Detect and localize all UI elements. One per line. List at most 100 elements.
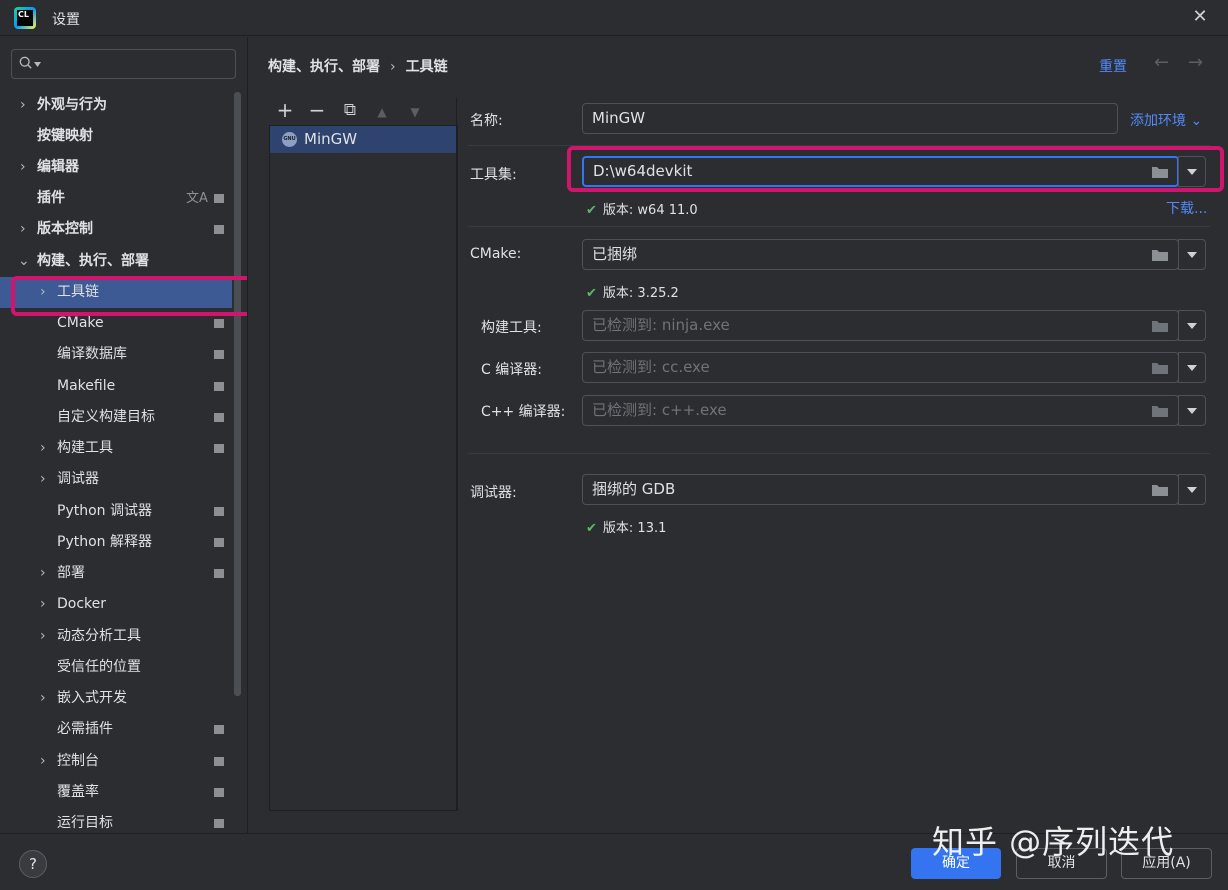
cmake-status: ✔ 版本: 3.25.2: [586, 282, 679, 301]
cpp-compiler-label: C++ 编译器:: [481, 404, 566, 420]
chevron-right-icon[interactable]: ›: [40, 464, 52, 495]
settings-sidebar: › 外观与行为 按键映射 › 编辑器 插件 文A › 版本控制 ⌄ 构建、执行、…: [0, 37, 247, 833]
copy-icon[interactable]: ⧉: [339, 99, 361, 123]
reset-link[interactable]: 重置: [1099, 56, 1127, 76]
debugger-version: 版本: 13.1: [602, 521, 667, 536]
annotation-highlight: [11, 276, 253, 316]
close-icon[interactable]: ✕: [1190, 6, 1210, 28]
project-scope-icon: [214, 538, 224, 547]
chevron-right-icon[interactable]: ›: [20, 214, 32, 245]
check-icon: ✔: [586, 286, 597, 301]
back-arrow-icon[interactable]: ←: [1154, 52, 1169, 73]
project-scope-icon: [214, 757, 224, 766]
name-field[interactable]: MinGW: [582, 103, 1118, 134]
watermark: 知乎 @序列迭代: [932, 823, 1175, 861]
move-down-icon[interactable]: ▼: [404, 99, 426, 123]
sidebar-item-python-interpreter[interactable]: Python 解释器: [0, 527, 247, 558]
search-input[interactable]: [11, 49, 236, 79]
project-scope-icon: [214, 194, 224, 203]
sidebar-item-vcs[interactable]: › 版本控制: [0, 214, 247, 245]
project-scope-icon: [214, 788, 224, 797]
debugger-field[interactable]: 捆绑的 GDB: [582, 474, 1179, 505]
toolset-label: 工具集:: [470, 167, 517, 183]
sidebar-item-label: 覆盖率: [57, 784, 99, 800]
chevron-right-icon[interactable]: ›: [40, 683, 52, 714]
folder-icon[interactable]: [1151, 361, 1169, 375]
project-scope-icon: [214, 507, 224, 516]
cpp-compiler-dropdown[interactable]: [1178, 395, 1206, 426]
sidebar-item-required-plugins[interactable]: 必需插件: [0, 714, 247, 745]
translate-icon: 文A: [186, 191, 208, 206]
forward-arrow-icon[interactable]: →: [1188, 52, 1203, 73]
gnu-icon: GNU: [282, 132, 297, 147]
sidebar-item-editor[interactable]: › 编辑器: [0, 152, 247, 183]
debugger-label: 调试器:: [470, 485, 517, 501]
c-compiler-dropdown[interactable]: [1178, 352, 1206, 383]
sidebar-item-embedded[interactable]: › 嵌入式开发: [0, 683, 247, 714]
move-up-icon[interactable]: ▲: [371, 99, 393, 123]
clion-logo-icon: CL: [14, 7, 36, 29]
sidebar-item-makefile[interactable]: Makefile: [0, 371, 247, 402]
chevron-right-icon[interactable]: ›: [40, 746, 52, 777]
sidebar-item-appearance[interactable]: › 外观与行为: [0, 90, 247, 121]
remove-icon[interactable]: −: [306, 99, 328, 123]
build-tool-dropdown[interactable]: [1178, 310, 1206, 341]
window-title: 设置: [52, 12, 80, 28]
sidebar-item-trusted-locations[interactable]: 受信任的位置: [0, 652, 247, 683]
sidebar-item-label: Python 解释器: [57, 534, 152, 550]
search-icon: [19, 56, 32, 69]
sidebar-item-plugins[interactable]: 插件 文A: [0, 183, 247, 214]
help-icon[interactable]: ?: [19, 850, 47, 878]
project-scope-icon: [214, 382, 224, 391]
chevron-right-icon[interactable]: ›: [20, 90, 32, 121]
folder-icon[interactable]: [1151, 404, 1169, 418]
sidebar-item-run-targets[interactable]: 运行目标: [0, 808, 247, 833]
sidebar-item-build[interactable]: ⌄ 构建、执行、部署: [0, 246, 247, 277]
folder-icon[interactable]: [1151, 483, 1169, 497]
sidebar-item-label: 自定义构建目标: [57, 409, 155, 425]
folder-icon[interactable]: [1151, 248, 1169, 262]
toolchain-list-item[interactable]: GNU MinGW: [270, 126, 457, 153]
chevron-right-icon[interactable]: ›: [40, 589, 52, 620]
cmake-dropdown[interactable]: [1178, 239, 1206, 270]
sidebar-item-compilation-db[interactable]: 编译数据库: [0, 339, 247, 370]
debugger-status: ✔ 版本: 13.1: [586, 517, 666, 536]
cpp-compiler-field[interactable]: 已检测到: c++.exe: [582, 395, 1179, 426]
sidebar-item-docker[interactable]: › Docker: [0, 589, 247, 620]
sidebar-item-label: Makefile: [57, 378, 116, 394]
sidebar-item-label: 必需插件: [57, 721, 113, 737]
c-compiler-field[interactable]: 已检测到: cc.exe: [582, 352, 1179, 383]
sidebar-item-python-debugger[interactable]: Python 调试器: [0, 496, 247, 527]
cmake-field[interactable]: 已捆绑: [582, 239, 1179, 270]
sidebar-item-debugger[interactable]: › 调试器: [0, 464, 247, 495]
sidebar-item-console[interactable]: › 控制台: [0, 746, 247, 777]
build-tool-field[interactable]: 已检测到: ninja.exe: [582, 310, 1179, 341]
sidebar-item-label: 外观与行为: [37, 97, 107, 113]
chevron-right-icon[interactable]: ›: [40, 621, 52, 652]
download-link[interactable]: 下载...: [1166, 198, 1207, 218]
chevron-down-icon[interactable]: ⌄: [18, 246, 30, 277]
sidebar-item-deployment[interactable]: › 部署: [0, 558, 247, 589]
chevron-right-icon[interactable]: ›: [40, 558, 52, 589]
sidebar-item-custom-build-targets[interactable]: 自定义构建目标: [0, 402, 247, 433]
toolchain-list: GNU MinGW: [269, 125, 458, 811]
chevron-right-icon[interactable]: ›: [20, 152, 32, 183]
breadcrumb-current: 工具链: [405, 59, 448, 75]
chevron-right-icon[interactable]: ›: [40, 433, 52, 464]
add-environment-link[interactable]: 添加环境 ⌄: [1130, 110, 1202, 130]
sidebar-item-label: 动态分析工具: [57, 628, 141, 644]
add-icon[interactable]: +: [274, 99, 296, 123]
sidebar-item-coverage[interactable]: 覆盖率: [0, 777, 247, 808]
sidebar-item-label: 构建、执行、部署: [37, 253, 149, 269]
sidebar-item-build-tools[interactable]: › 构建工具: [0, 433, 247, 464]
sidebar-item-dynamic-analysis[interactable]: › 动态分析工具: [0, 621, 247, 652]
folder-icon[interactable]: [1151, 319, 1169, 333]
sidebar-item-keymap[interactable]: 按键映射: [0, 121, 247, 152]
project-scope-icon: [214, 444, 224, 453]
sidebar-item-label: 编译数据库: [57, 346, 127, 362]
search-history-chevron-icon[interactable]: [34, 62, 41, 67]
debugger-dropdown[interactable]: [1178, 474, 1206, 505]
breadcrumb-parent[interactable]: 构建、执行、部署: [268, 59, 380, 75]
breadcrumb-separator: ›: [390, 59, 396, 75]
sidebar-item-label: 按键映射: [37, 128, 93, 144]
